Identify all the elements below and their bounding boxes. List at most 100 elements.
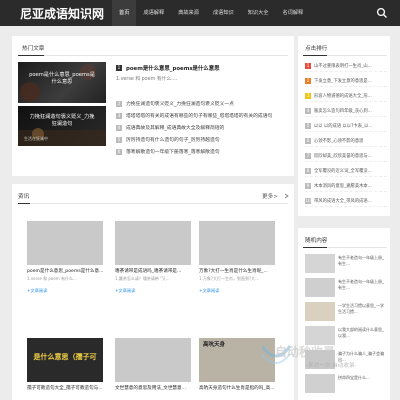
- hot-list-item[interactable]: 5 厉厉持造句有什么造句的句子_厉厉持越造句: [116, 134, 286, 145]
- nav-item-home[interactable]: 首页: [112, 0, 137, 26]
- hot-list-text: 力挽狂澜造句褒义贬义_力挽狂澜造句褒义贬义一点: [126, 102, 234, 107]
- rank-item[interactable]: 2 下发立意_下发立意的意思是...: [305, 75, 387, 87]
- article-card[interactable]: 万象?大打一生肖是什么生肖呢_... 1.万象?大打一生肖，划直到?大... +…: [199, 221, 275, 294]
- rank-number: 4: [305, 107, 311, 114]
- nav-item-idiom-knowledge[interactable]: 成语知识: [206, 0, 241, 26]
- rank-item[interactable]: 10 带风的成语大全_带风的成语...: [305, 195, 387, 207]
- rank-item[interactable]: 9 木本消风的意思_遍愿美木本...: [305, 180, 387, 192]
- article-thumb[interactable]: 是什么意思（孺子可: [27, 338, 103, 382]
- caption-line-1: 力挽狂澜造句褒义贬义_力挽: [29, 114, 95, 120]
- nav-item-idiom-explain[interactable]: 成语解释: [136, 0, 171, 26]
- article-title[interactable]: 高吭天身造句什么生肖是指的吗_高...: [199, 385, 275, 391]
- read-more-button[interactable]: +文章阅读: [27, 288, 103, 294]
- hot-list-text: 成语典故及其解释_成语典故大全及解释简短的: [126, 126, 225, 131]
- watermark-subtext: -来访一次·自动收录-: [306, 363, 357, 369]
- article-thumb[interactable]: [115, 221, 191, 265]
- hot-main-desc: 1.verse 和 poem 有什么....: [116, 77, 178, 82]
- caption-line-1: poem是什么意思_poems是: [29, 72, 95, 78]
- article-thumb[interactable]: [199, 221, 275, 265]
- rank-number: 9: [305, 182, 311, 189]
- latest-title: 资讯: [18, 194, 30, 200]
- read-more-button[interactable]: +文章阅读: [199, 288, 275, 294]
- more-link[interactable]: 更多>: [262, 192, 278, 200]
- article-card[interactable]: poem是什么意思_poems是什么意... 1.verse 和 poem 有什…: [27, 221, 103, 294]
- article-card[interactable]: 文世慧意的意思及用法_文世慧意...: [115, 338, 191, 391]
- chevron-right-icon[interactable]: [284, 193, 290, 199]
- rank-item[interactable]: 7 欣欣却美_欣欣美誉的意思与...: [305, 150, 387, 162]
- article-thumb[interactable]: [115, 338, 191, 382]
- article-title[interactable]: 万象?大打一生肖是什么生肖呢_...: [199, 268, 275, 274]
- article-title[interactable]: 嗜茶请带是成语吗_嗜茶请带是...: [115, 268, 191, 274]
- hot-list-text: 塔塔塔塔的有关的成语有哪些的句子有哪些_塔塔塔塔的有关的成语句: [126, 114, 273, 119]
- article-desc: 1.万象?大打一生肖，划直到?大...: [199, 276, 259, 281]
- rank-item[interactable]: 3 形容人物道德的成语大全_形...: [305, 90, 387, 102]
- rank-text: 山不过重限表明打一生肖_山...: [314, 63, 372, 69]
- rank-text: 形容人物道德的成语大全_形...: [314, 93, 372, 99]
- hot-list-item[interactable]: 4 成语典故及其解释_成语典故大全及解释简短的: [116, 122, 286, 133]
- rank-number: 1: [305, 62, 311, 69]
- top-navbar: 尼亚成语知识网 首页 成语解释 典故来源 成语知识 知识大全 名词解释: [0, 0, 400, 26]
- article-title[interactable]: 孺子可教造句大全_孺子可教造句与...: [27, 385, 103, 391]
- rank-number: 3: [305, 92, 311, 99]
- featured-thumb-1[interactable]: poem是什么意思_poems是 什么意思: [18, 62, 106, 103]
- random-title: 随机内容: [305, 238, 328, 244]
- rank-number: 8: [305, 167, 311, 174]
- rank-number: 5: [116, 136, 122, 143]
- main-nav: 首页 成语解释 典故来源 成语知识 知识大全 名词解释: [112, 0, 310, 26]
- nav-item-term-explain[interactable]: 名词解释: [275, 0, 310, 26]
- hot-list-item[interactable]: 2 力挽狂澜造句褒义贬义_力挽狂澜造句褒义贬义一点: [116, 98, 286, 109]
- page: 尼亚成语知识网 首页 成语解释 典故来源 成语知识 知识大全 名词解释 热门文章…: [0, 0, 400, 400]
- rank-item[interactable]: 5 以以 以的成语 以以?卞表_以...: [305, 120, 387, 132]
- rank-text: 带风的成语大全_带风的成语...: [314, 198, 372, 204]
- rank-item[interactable]: 6 心领不影_心领不影的意思: [305, 135, 387, 147]
- hot-list-item[interactable]: 3 塔塔塔塔的有关的成语有哪些的句子有哪些_塔塔塔塔的有关的成语句: [116, 110, 286, 121]
- random-item[interactable]: 有生不老造句一年级上册_有生...: [305, 276, 387, 300]
- article-desc: 1.赢茶怎么请？嗜茶请带 "又...: [115, 276, 170, 281]
- rank-item[interactable]: 1 山不过重限表明打一生肖_山...: [305, 60, 387, 72]
- title-accent: [303, 247, 327, 248]
- caption-line-2: 狂澜造句: [51, 121, 73, 127]
- rank-item[interactable]: 4 贩卖怎么造句四年级_丧心到...: [305, 105, 387, 117]
- random-thumb[interactable]: [305, 254, 335, 273]
- rank-number: 1: [116, 65, 122, 71]
- rank-number: 10: [305, 197, 311, 204]
- rank-text: 以以 以的成语 以以?卞表_以...: [314, 123, 373, 129]
- nav-item-allusion-source[interactable]: 典故来源: [171, 0, 206, 26]
- search-icon[interactable]: [376, 7, 388, 19]
- random-thumb[interactable]: [305, 374, 335, 393]
- random-item[interactable]: 一学生活习惯以意思_一学生活习惯...: [305, 300, 387, 324]
- hot-list-item[interactable]: 6 落寒解散造句一年级下册落寒_落寒解散造句: [116, 146, 286, 157]
- random-item[interactable]: 有生不老造句一年级上册_有生...: [305, 252, 387, 276]
- rank-number: 3: [116, 112, 122, 119]
- rank-number: 4: [116, 124, 122, 131]
- rank-text: 木本消风的意思_遍愿美木本...: [314, 183, 372, 189]
- article-card[interactable]: 是什么意思（孺子可 孺子可教造句大全_孺子可教造句与...: [27, 338, 103, 391]
- rank-number: 2: [305, 77, 311, 84]
- thumb-caption: 高吭天身: [203, 342, 226, 348]
- title-accent: [18, 55, 44, 56]
- read-more-button[interactable]: +文章阅读: [115, 288, 191, 294]
- random-text[interactable]: 有生不老造句一年级上册_有生...: [338, 255, 387, 271]
- rank-item[interactable]: 8 全军覆没的近义词_全军覆没...: [305, 165, 387, 177]
- nav-item-knowledge-all[interactable]: 知识大全: [241, 0, 276, 26]
- rank-title: 点击排行: [305, 46, 328, 52]
- hot-list-text: 厉厉持造句有什么造句的句子_厉厉持越造句: [126, 138, 220, 143]
- article-title[interactable]: poem是什么意思_poems是什么意...: [27, 268, 103, 274]
- rank-text: 下发立意_下发立意的意思是...: [314, 78, 372, 84]
- rank-text: 贩卖怎么造句四年级_丧心到...: [314, 108, 372, 114]
- rank-number: 2: [116, 100, 122, 107]
- random-text[interactable]: 有生不老造句一年级上册_有生...: [338, 279, 387, 295]
- article-title[interactable]: 文世慧意的意思及用法_文世慧意...: [115, 385, 191, 391]
- site-logo[interactable]: 尼亚成语知识网: [20, 5, 104, 22]
- random-thumb[interactable]: [305, 278, 335, 297]
- hot-main-title[interactable]: poem是什么意思_poems是什么意思: [126, 64, 219, 72]
- random-text[interactable]: 一学生活习惯以意思_一学生活习惯...: [338, 303, 387, 319]
- random-text[interactable]: 拼命四宝是什么...: [338, 375, 370, 391]
- divider: [18, 55, 288, 56]
- featured-thumb-2[interactable]: 力挽狂澜造句褒义贬义_力挽 狂澜造句 生活在狂澜中: [18, 106, 106, 146]
- article-thumb[interactable]: [27, 221, 103, 265]
- watermark-text: 自动秒收录: [275, 345, 336, 359]
- thumb-caption: 力挽狂澜造句褒义贬义_力挽 狂澜造句: [22, 114, 102, 128]
- article-card[interactable]: 嗜茶请带是成语吗_嗜茶请带是... 1.赢茶怎么请？嗜茶请带 "又... +文章…: [115, 221, 191, 294]
- random-thumb[interactable]: [305, 302, 335, 321]
